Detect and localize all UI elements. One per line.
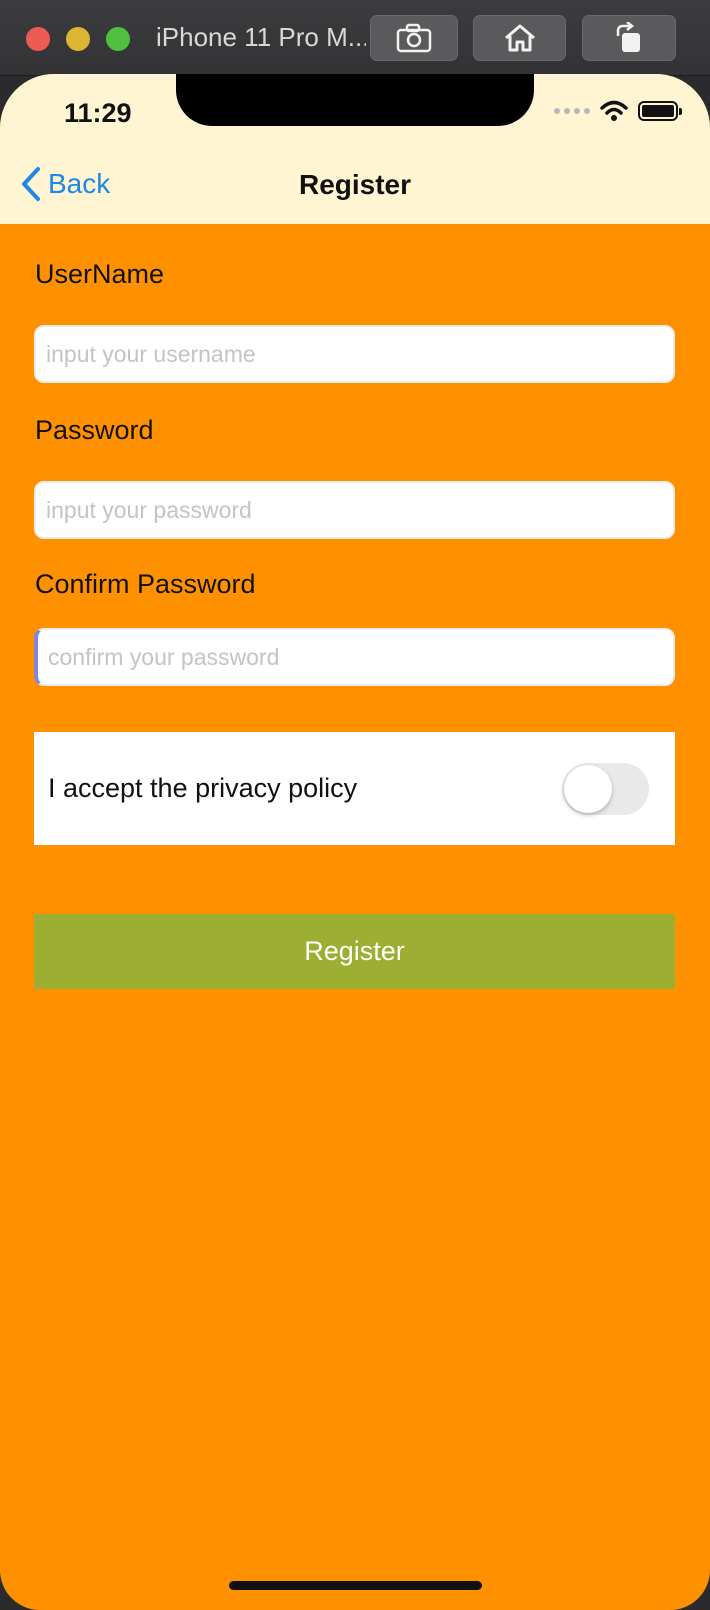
simulator-titlebar: iPhone 11 Pro M... [0, 0, 710, 76]
battery-icon [638, 101, 682, 121]
password-input[interactable] [34, 481, 675, 539]
rotate-button[interactable] [582, 15, 676, 61]
navigation-bar: 11:29 Back Register [0, 74, 710, 224]
register-button[interactable]: Register [34, 914, 675, 989]
signal-dots-icon [554, 108, 590, 114]
confirm-password-label: Confirm Password [35, 569, 256, 599]
password-label: Password [35, 415, 154, 445]
privacy-policy-toggle[interactable] [562, 762, 649, 815]
minimize-window-button[interactable] [66, 27, 90, 51]
zoom-window-button[interactable] [106, 27, 130, 51]
window-title: iPhone 11 Pro M... [156, 22, 366, 52]
camera-icon [396, 23, 432, 53]
status-time: 11:29 [64, 98, 132, 128]
wifi-icon [600, 100, 628, 121]
status-icons [554, 100, 682, 122]
screenshot-button[interactable] [370, 15, 458, 61]
page-title: Register [298, 169, 412, 200]
confirm-password-input[interactable] [34, 628, 675, 686]
close-window-button[interactable] [26, 27, 50, 51]
phone-screen: 11:29 Back Register UserName Password Co… [0, 74, 710, 1610]
username-label: UserName [35, 259, 165, 289]
privacy-policy-label: I accept the privacy policy [48, 773, 358, 803]
rotate-icon [616, 22, 640, 52]
home-button[interactable] [473, 15, 566, 61]
device-notch [176, 74, 534, 126]
username-input[interactable] [34, 325, 675, 383]
privacy-policy-row: I accept the privacy policy [34, 732, 675, 845]
toggle-knob [564, 764, 612, 813]
home-icon [504, 24, 535, 52]
home-indicator[interactable] [229, 1581, 482, 1590]
